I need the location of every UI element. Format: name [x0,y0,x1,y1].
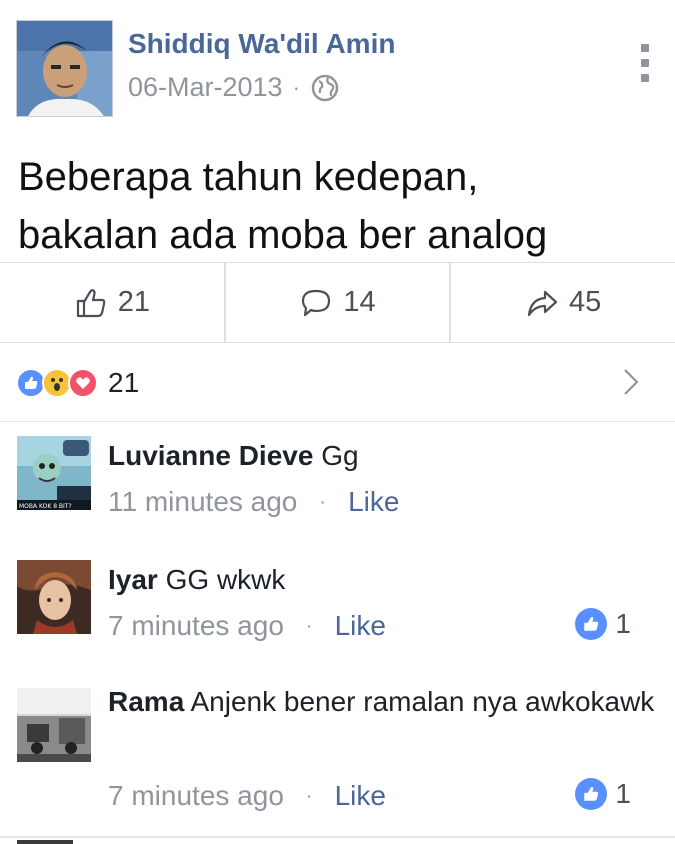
comment-message: Gg [321,440,359,471]
commenter-avatar[interactable] [17,560,91,634]
author-name[interactable]: Shiddiq Wa'dil Amin [128,28,395,60]
comment-like-link[interactable]: Like [348,486,399,518]
comment-bubble-icon [302,289,331,316]
like-reaction-icon [575,608,608,640]
share-arrow-icon [527,290,558,316]
comment-meta: 11 minutes ago · Like [108,486,399,518]
comment-reaction-count: 1 [615,608,631,639]
action-bar: 21 14 45 [0,262,675,343]
share-button[interactable]: 45 [449,263,675,342]
commenter-avatar[interactable] [17,688,91,762]
divider [0,836,675,838]
next-comment-avatar [17,840,73,844]
comment-count: 14 [343,286,376,318]
comment-text: Rama Anjenk bener ramalan nya awkokawk [108,682,668,722]
post-header: Shiddiq Wa'dil Amin 06-Mar-2013 · [0,0,675,125]
like-button[interactable]: 21 [0,263,224,342]
post-meta: 06-Mar-2013 · [128,72,340,103]
author-avatar[interactable] [16,20,113,117]
comment-time: 7 minutes ago [108,780,284,811]
comment-message: Anjenk bener ramalan nya awkokawk [190,686,655,717]
comment-meta: 7 minutes ago · Like [108,780,386,812]
chevron-right-icon[interactable] [621,368,641,396]
comment-message: GG wkwk [165,564,286,595]
reaction-icons [16,367,98,398]
comment-text: Iyar GG wkwk [108,560,668,600]
comment-text: Luvianne Dieve Gg [108,436,668,476]
comment-time: 11 minutes ago [108,486,298,517]
globe-icon [311,74,339,101]
commenter-name[interactable]: Luvianne Dieve [108,440,313,471]
comment-meta: 7 minutes ago · Like [108,610,386,642]
commenter-avatar[interactable]: MOBA KOK 8 BIT? [17,436,91,510]
commenter-name[interactable]: Iyar [108,564,158,595]
post-text: Beberapa tahun kedepan, bakalan ada moba… [18,148,668,264]
comment-reaction-count: 1 [615,778,631,809]
more-options-icon[interactable] [636,44,654,82]
comment-like-link[interactable]: Like [335,780,386,812]
share-count: 45 [569,286,602,318]
meta-separator: · [305,614,313,637]
meta-separator: · [305,784,313,807]
like-count: 21 [117,286,150,318]
post-text-line: Beberapa tahun kedepan, [18,155,479,199]
comment-reaction[interactable]: 1 [575,608,631,640]
post-date[interactable]: 06-Mar-2013 [128,72,283,103]
meta-separator: · [292,74,300,100]
reactions-summary[interactable]: 21 [0,344,675,422]
reaction-total: 21 [108,366,140,398]
meta-separator: · [319,490,327,513]
comment-time: 7 minutes ago [108,610,284,641]
like-reaction-icon [575,778,608,810]
comment-like-link[interactable]: Like [335,610,386,642]
avatar-banner-text: MOBA KOK 8 BIT? [19,503,72,510]
love-reaction-icon [68,367,98,398]
comment-reaction[interactable]: 1 [575,778,631,810]
post-text-line: bakalan ada moba ber analog [18,213,548,257]
comment-button[interactable]: 14 [223,263,450,342]
commenter-name[interactable]: Rama [108,686,184,717]
thumbs-up-icon [76,288,106,317]
